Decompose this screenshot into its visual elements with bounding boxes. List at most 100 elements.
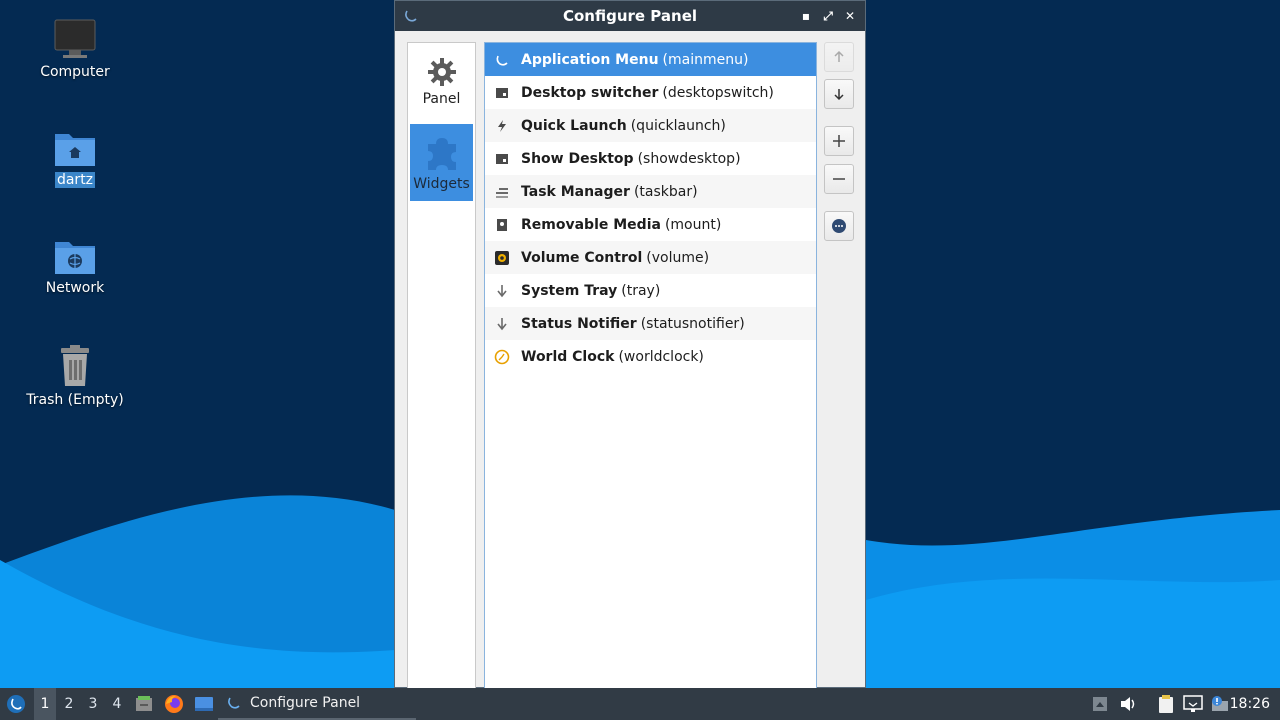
desktop-icon-trash[interactable]: Trash (Empty)	[20, 344, 130, 408]
widget-id: (tray)	[621, 282, 661, 299]
configure-panel-window: Configure Panel ▪ ⤢ ✕ Panel Widgets Appl…	[394, 0, 866, 690]
lxqt-logo-icon	[494, 52, 510, 68]
widget-name: Task Manager	[521, 183, 630, 200]
clipboard-tray-button[interactable]	[1155, 688, 1177, 720]
widget-name: Removable Media	[521, 216, 661, 233]
widget-id: (worldclock)	[618, 348, 704, 365]
window-title: Configure Panel	[562, 7, 698, 25]
file-manager-icon	[136, 696, 152, 711]
widget-row-taskbar[interactable]: Task Manager (taskbar)	[485, 175, 816, 208]
widget-row-mount[interactable]: Removable Media (mount)	[485, 208, 816, 241]
remove-widget-button[interactable]	[824, 164, 854, 194]
close-button[interactable]: ✕	[841, 7, 859, 25]
widget-name: System Tray	[521, 282, 618, 299]
volume-tray-button[interactable]	[1117, 688, 1139, 720]
desktop-icon-computer[interactable]: Computer	[20, 18, 130, 80]
desktop-switch-icon	[494, 85, 510, 101]
desktop-icon-network[interactable]: Network	[20, 236, 130, 296]
widget-row-worldclock[interactable]: World Clock (worldclock)	[485, 340, 816, 373]
firefox-icon	[165, 695, 183, 713]
widget-row-mainmenu[interactable]: Application Menu (mainmenu)	[485, 43, 816, 76]
widget-id: (desktopswitch)	[662, 84, 774, 101]
configure-widget-button[interactable]	[824, 211, 854, 241]
network-icon	[1183, 695, 1203, 712]
clipboard-icon	[1159, 695, 1173, 713]
task-configure-panel[interactable]: Configure Panel	[218, 688, 416, 720]
gear-icon	[427, 58, 456, 86]
window-app-icon	[405, 10, 417, 22]
updates-tray-button[interactable]	[1209, 688, 1231, 720]
widget-name: Application Menu	[521, 51, 659, 68]
puzzle-icon	[427, 138, 456, 170]
nav-item-widgets[interactable]: Widgets	[410, 124, 473, 201]
widget-name: World Clock	[521, 348, 615, 365]
lxqt-logo-icon	[7, 695, 25, 713]
tray-arrow-icon	[494, 283, 510, 299]
show-desktop-launcher[interactable]	[193, 688, 215, 720]
widget-list: Application Menu (mainmenu) Desktop swit…	[484, 42, 817, 690]
file-manager-launcher[interactable]	[133, 688, 155, 720]
nav-item-panel[interactable]: Panel	[410, 45, 473, 122]
widget-id: (showdesktop)	[637, 150, 741, 167]
add-widget-button[interactable]	[824, 126, 854, 156]
widget-name: Show Desktop	[521, 150, 634, 167]
minimize-button[interactable]: ▪	[797, 7, 815, 25]
widget-id: (quicklaunch)	[630, 117, 726, 134]
removable-media-icon	[494, 217, 510, 233]
desktop-icon-label: Computer	[40, 64, 110, 80]
arrow-up-icon	[834, 50, 844, 62]
speaker-icon	[494, 250, 510, 266]
network-folder-icon	[55, 242, 95, 274]
lightning-icon	[494, 118, 510, 134]
desktop-3-button[interactable]: 3	[82, 688, 104, 720]
widget-name: Volume Control	[521, 249, 643, 266]
notification-icon	[1212, 696, 1228, 711]
clock[interactable]: 18:26	[1230, 688, 1270, 720]
widget-name: Quick Launch	[521, 117, 627, 134]
main-menu-button[interactable]	[4, 688, 28, 720]
speaker-icon	[1121, 697, 1135, 711]
configure-panel-task-icon	[228, 697, 240, 709]
desktop-icon-label: dartz	[54, 172, 96, 188]
nav-item-label: Panel	[422, 91, 461, 107]
widget-row-volume[interactable]: Volume Control (volume)	[485, 241, 816, 274]
firefox-launcher[interactable]	[163, 688, 185, 720]
desktop-icon-label: Trash (Empty)	[26, 392, 124, 408]
widget-row-showdesktop[interactable]: Show Desktop (showdesktop)	[485, 142, 816, 175]
show-desktop-icon	[195, 697, 213, 711]
taskbar: 1 2 3 4 Configure Panel 18:26	[0, 688, 1280, 720]
widget-row-quicklaunch[interactable]: Quick Launch (quicklaunch)	[485, 109, 816, 142]
clock-icon	[494, 349, 510, 365]
widget-row-statusnotifier[interactable]: Status Notifier (statusnotifier)	[485, 307, 816, 340]
nav-item-label: Widgets	[413, 176, 470, 192]
desktop-icon-dartz[interactable]: dartz	[20, 128, 130, 188]
arrow-down-icon	[834, 89, 844, 101]
minus-icon	[833, 178, 845, 180]
widget-id: (statusnotifier)	[640, 315, 745, 332]
more-options-icon	[832, 219, 846, 233]
widget-id: (mount)	[664, 216, 722, 233]
desktop-2-button[interactable]: 2	[58, 688, 80, 720]
show-desktop-icon	[494, 151, 510, 167]
desktop-4-button[interactable]: 4	[106, 688, 128, 720]
widget-row-tray[interactable]: System Tray (tray)	[485, 274, 816, 307]
network-tray-button[interactable]	[1182, 688, 1204, 720]
home-folder-icon	[55, 134, 95, 166]
widget-row-desktopswitch[interactable]: Desktop switcher (desktopswitch)	[485, 76, 816, 109]
window-titlebar[interactable]: Configure Panel ▪ ⤢ ✕	[395, 1, 865, 31]
status-arrow-icon	[494, 316, 510, 332]
tray-up-icon	[1093, 697, 1107, 711]
widget-name: Desktop switcher	[521, 84, 659, 101]
widget-id: (taskbar)	[633, 183, 698, 200]
taskbar-icon	[494, 184, 510, 200]
config-category-list: Panel Widgets	[407, 42, 476, 690]
move-down-button[interactable]	[824, 79, 854, 109]
tray-expand-button[interactable]	[1090, 688, 1110, 720]
move-up-button[interactable]	[824, 42, 854, 72]
trash-icon	[61, 345, 89, 386]
maximize-button[interactable]: ⤢	[819, 7, 837, 25]
computer-icon	[54, 19, 96, 58]
desktop-1-button[interactable]: 1	[34, 688, 56, 720]
widget-id: (volume)	[646, 249, 710, 266]
widget-id: (mainmenu)	[662, 51, 749, 68]
